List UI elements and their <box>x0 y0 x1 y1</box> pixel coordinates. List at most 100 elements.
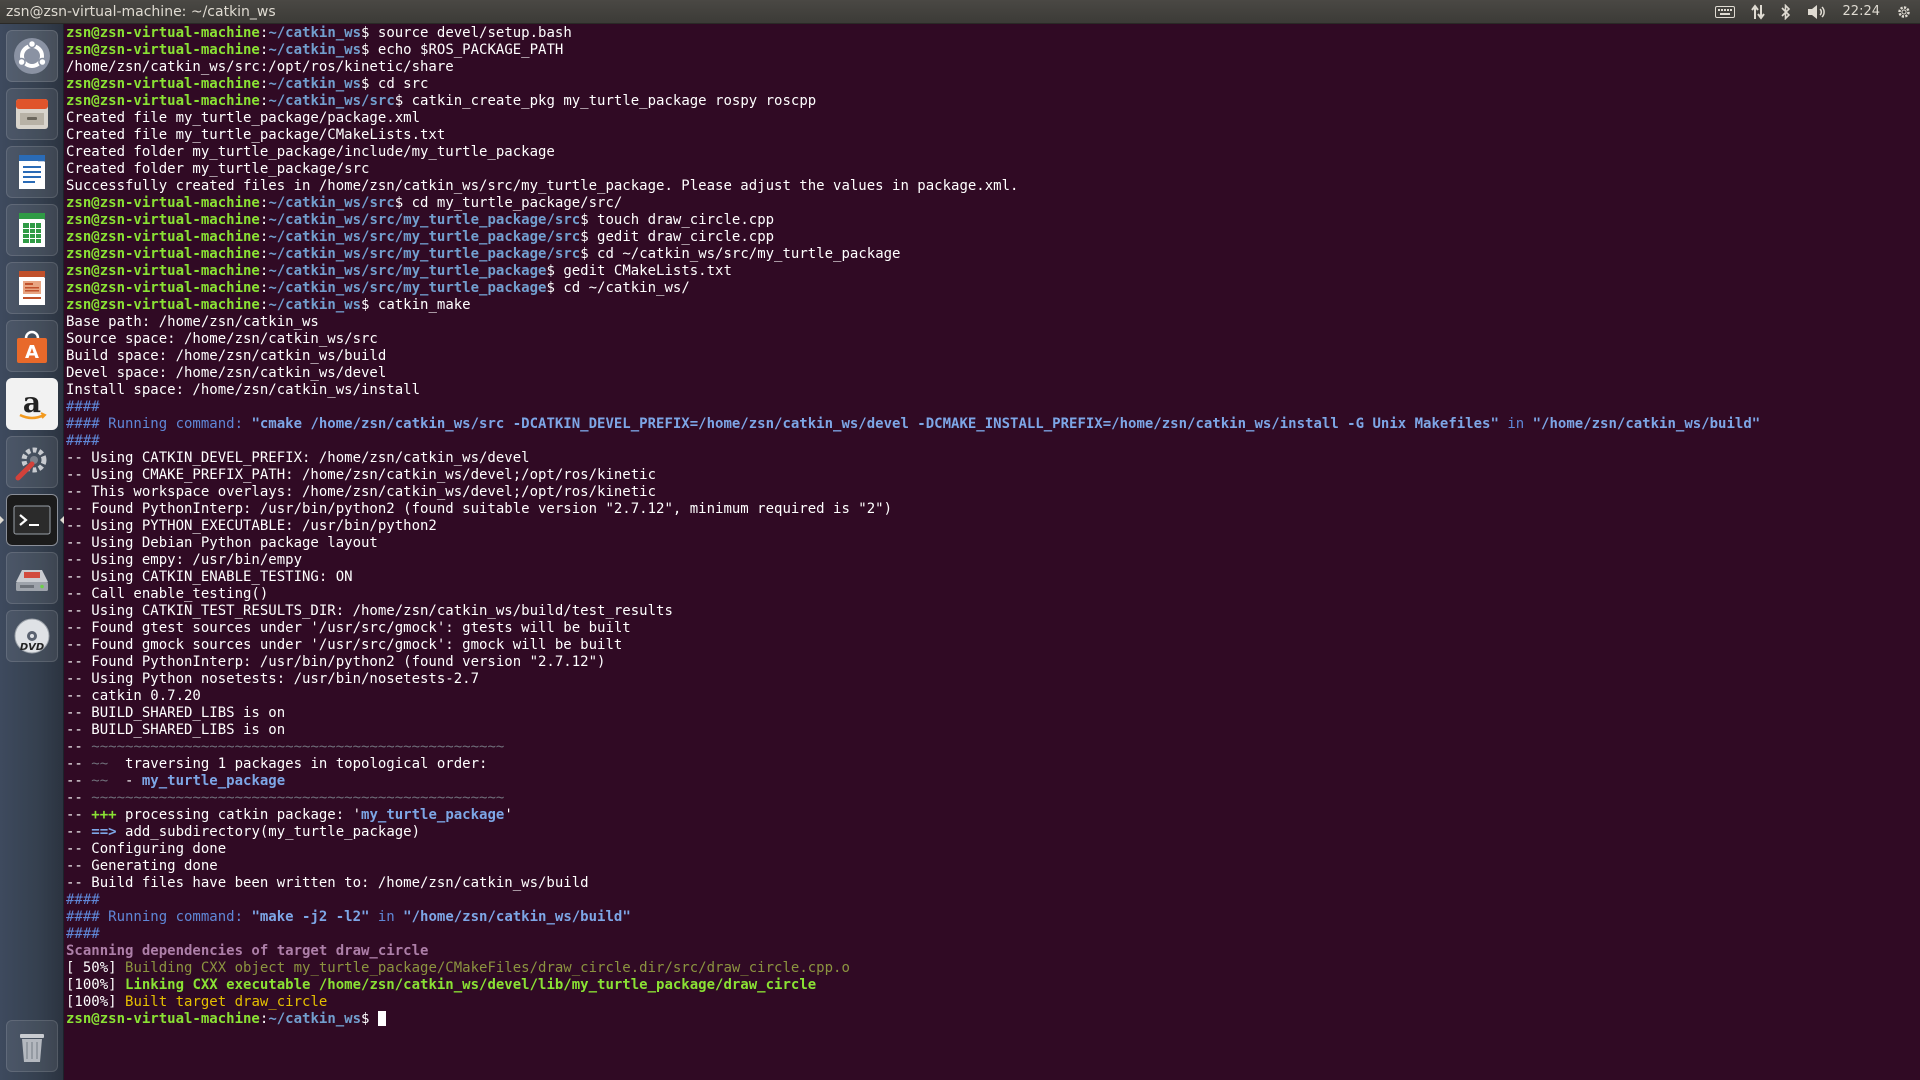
launcher-trash[interactable] <box>6 1020 58 1072</box>
launcher-ubuntu-software[interactable]: A <box>6 320 58 372</box>
terminal-text-segment: ~/catkin_ws/src/my_turtle_package/src <box>268 212 581 228</box>
clock[interactable]: 22:24 <box>1843 0 1880 24</box>
terminal-text-segment: "/home/zsn/catkin_ws/build" <box>403 909 631 925</box>
keyboard-icon[interactable] <box>1714 0 1735 24</box>
file-cabinet-icon <box>12 94 52 134</box>
terminal-line: zsn@zsn-virtual-machine:~/catkin_ws$ ech… <box>66 42 1920 59</box>
terminal-line: -- BUILD_SHARED_LIBS is on <box>66 722 1920 739</box>
terminal-line: Created folder my_turtle_package/include… <box>66 144 1920 161</box>
terminal-line: Install space: /home/zsn/catkin_ws/insta… <box>66 382 1920 399</box>
terminal-text-segment: #### <box>66 399 100 415</box>
terminal-text-segment: ~~~~~~~~~~~~~~~~~~~~~~~~~~~~~~~~~~~~~~~~… <box>91 790 505 806</box>
launcher: A a DVD <box>0 24 64 1080</box>
network-icon[interactable] <box>1750 0 1765 24</box>
terminal-line: -- Build files have been written to: /ho… <box>66 875 1920 892</box>
terminal-text-segment: Devel space: /home/zsn/catkin_ws/devel <box>66 365 387 381</box>
terminal-text-segment: ~~ <box>91 773 109 789</box>
terminal-text-segment: -- Using empy: /usr/bin/empy <box>66 552 303 568</box>
terminal-text-segment: ~/catkin_ws <box>268 25 362 41</box>
terminal-text-segment: "make -j2 -l2" <box>251 909 370 925</box>
terminal-line: #### <box>66 926 1920 943</box>
terminal-text-segment: zsn@zsn-virtual-machine <box>66 212 260 228</box>
terminal-text-segment: zsn@zsn-virtual-machine <box>66 263 260 279</box>
terminal-text-segment: "/home/zsn/catkin_ws/build" <box>1532 416 1761 432</box>
terminal-line: -- Using empy: /usr/bin/empy <box>66 552 1920 569</box>
terminal-text-segment: -- Configuring done <box>66 841 227 857</box>
terminal-line: -- BUILD_SHARED_LIBS is on <box>66 705 1920 722</box>
terminal-text-segment: ~/catkin_ws/src/my_turtle_package/src <box>268 246 581 262</box>
launcher-files[interactable] <box>6 88 58 140</box>
terminal-text-segment: /home/zsn/catkin_ws/src:/opt/ros/kinetic… <box>66 59 454 75</box>
terminal-text-segment: ~/catkin_ws <box>268 297 362 313</box>
volume-icon[interactable] <box>1807 0 1827 24</box>
hard-drive-icon <box>12 558 52 598</box>
terminal-text-segment: ~/catkin_ws/src/my_turtle_package <box>268 263 547 279</box>
terminal-line: #### Running command: "cmake /home/zsn/c… <box>66 416 1920 433</box>
terminal-line: -- Using CMAKE_PREFIX_PATH: /home/zsn/ca… <box>66 467 1920 484</box>
bluetooth-icon[interactable] <box>1780 0 1791 24</box>
launcher-dash-home[interactable] <box>6 30 58 82</box>
terminal-line: #### Running command: "make -j2 -l2" in … <box>66 909 1920 926</box>
terminal-text-segment: ~/catkin_ws/src <box>268 93 395 109</box>
terminal-text-segment: -- <box>66 807 92 823</box>
terminal-text-segment: my_turtle_package <box>361 807 505 823</box>
terminal-text-segment: ==> <box>91 824 117 840</box>
terminal-text-segment: ~~ <box>91 756 109 772</box>
terminal-text-segment: -- <box>66 790 92 806</box>
terminal-line: zsn@zsn-virtual-machine:~/catkin_ws/src/… <box>66 229 1920 246</box>
terminal-line: -- Configuring done <box>66 841 1920 858</box>
launcher-libreoffice-writer[interactable] <box>6 146 58 198</box>
terminal-text-segment: ~/catkin_ws <box>268 1011 362 1027</box>
launcher-dvd[interactable]: DVD <box>6 610 58 662</box>
launcher-amazon[interactable]: a <box>6 378 58 430</box>
terminal-line: Build space: /home/zsn/catkin_ws/build <box>66 348 1920 365</box>
svg-text:A: A <box>25 342 39 363</box>
terminal-text-segment: -- Found gmock sources under '/usr/src/g… <box>66 637 623 653</box>
terminal-line: zsn@zsn-virtual-machine:~/catkin_ws/src/… <box>66 263 1920 280</box>
terminal-text-segment: Building CXX object my_turtle_package/CM… <box>125 960 850 976</box>
launcher-system-settings[interactable] <box>6 436 58 488</box>
writer-document-icon <box>12 152 52 192</box>
terminal-text-segment: -- Using Python nosetests: /usr/bin/nose… <box>66 671 480 687</box>
terminal-line: #### <box>66 892 1920 909</box>
terminal-line: Successfully created files in /home/zsn/… <box>66 178 1920 195</box>
terminal-line: -- +++ processing catkin package: 'my_tu… <box>66 807 1920 824</box>
terminal-text-segment: Built target draw_circle <box>125 994 328 1010</box>
settings-tools-icon <box>12 442 52 482</box>
terminal-text-segment: -- Call enable_testing() <box>66 586 269 602</box>
terminal-output[interactable]: zsn@zsn-virtual-machine:~/catkin_ws$ sou… <box>65 24 1920 1080</box>
terminal-text-segment: -- Using Debian Python package layout <box>66 535 378 551</box>
gear-icon[interactable] <box>1896 0 1912 24</box>
terminal-line: -- Using Python nosetests: /usr/bin/nose… <box>66 671 1920 688</box>
terminal-text-segment: -- catkin 0.7.20 <box>66 688 201 704</box>
terminal-text-segment: Created file my_turtle_package/CMakeList… <box>66 127 446 143</box>
terminal-line: -- ~~~~~~~~~~~~~~~~~~~~~~~~~~~~~~~~~~~~~… <box>66 739 1920 756</box>
terminal-text-segment: $ touch draw_circle.cpp <box>580 212 775 228</box>
terminal-text-segment: -- <box>66 773 92 789</box>
terminal-line: zsn@zsn-virtual-machine:~/catkin_ws$ <box>66 1011 1920 1028</box>
launcher-terminal[interactable] <box>0 494 64 546</box>
terminal-text-segment: -- Found PythonInterp: /usr/bin/python2 … <box>66 501 893 517</box>
terminal-text-segment: zsn@zsn-virtual-machine <box>66 280 260 296</box>
terminal-text-segment: $ cd ~/catkin_ws/ <box>546 280 690 296</box>
terminal-text-segment: Created folder my_turtle_package/src <box>66 161 370 177</box>
software-bag-icon: A <box>12 326 52 366</box>
svg-text:a: a <box>23 386 41 419</box>
terminal-text-segment: Install space: /home/zsn/catkin_ws/insta… <box>66 382 421 398</box>
terminal-text-segment: -- Using PYTHON_EXECUTABLE: /usr/bin/pyt… <box>66 518 437 534</box>
terminal-text-segment: #### <box>66 892 100 908</box>
terminal-line: -- ==> add_subdirectory(my_turtle_packag… <box>66 824 1920 841</box>
terminal-line: -- Found gtest sources under '/usr/src/g… <box>66 620 1920 637</box>
launcher-disk-drive[interactable] <box>6 552 58 604</box>
terminal-text-segment: Linking CXX executable /home/zsn/catkin_… <box>125 977 817 993</box>
terminal-line: zsn@zsn-virtual-machine:~/catkin_ws$ cd … <box>66 76 1920 93</box>
terminal-text-segment: $ gedit CMakeLists.txt <box>546 263 732 279</box>
terminal-text-segment: ' <box>504 807 513 823</box>
terminal-text-segment: zsn@zsn-virtual-machine <box>66 42 260 58</box>
launcher-libreoffice-impress[interactable] <box>6 262 58 314</box>
terminal-text-segment: zsn@zsn-virtual-machine <box>66 297 260 313</box>
svg-text:DVD: DVD <box>20 642 44 653</box>
terminal-text-segment: Successfully created files in /home/zsn/… <box>66 178 1019 194</box>
launcher-libreoffice-calc[interactable] <box>6 204 58 256</box>
terminal-line: [ 50%] Building CXX object my_turtle_pac… <box>66 960 1920 977</box>
